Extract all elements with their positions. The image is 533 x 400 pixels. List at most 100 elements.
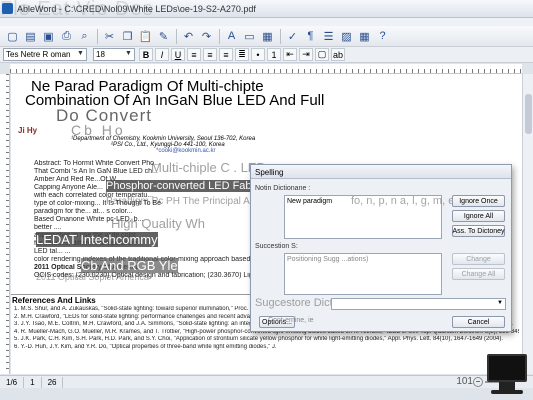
- reference-item: 6. Y.-D. Huh, J.Y. Kim, and Y.R. Do, "Op…: [14, 343, 277, 350]
- toolbar-separator: [280, 28, 281, 44]
- outdent-button[interactable]: ⇤: [283, 48, 297, 61]
- italic-button[interactable]: I: [155, 48, 169, 61]
- dialog-ghost-text: fo, n, p, n a, l, g, m, e: [351, 195, 455, 207]
- print-preview-button[interactable]: ⌕: [76, 28, 93, 45]
- horizontal-ruler[interactable]: [10, 64, 522, 74]
- align-left-button[interactable]: ≡: [187, 48, 201, 61]
- bullet-list-button[interactable]: •: [251, 48, 265, 61]
- dictionary-select[interactable]: ▼: [331, 298, 506, 310]
- status-line: 26: [42, 376, 64, 388]
- help-icon: ?: [379, 30, 386, 42]
- ignore-once-button[interactable]: Ignore Once: [452, 195, 505, 207]
- zoom-level: 101: [456, 376, 473, 387]
- zoom-out-button[interactable]: −: [473, 377, 483, 387]
- misspelled-text: New paradigm: [287, 198, 333, 205]
- spellcheck-button[interactable]: ✓: [284, 28, 301, 45]
- font-size: 18: [96, 50, 105, 59]
- indent-icon: ⇥: [302, 49, 310, 59]
- format-painter-icon: ✎: [158, 30, 169, 43]
- ignore-all-button[interactable]: Ignore All: [452, 210, 505, 222]
- print-button[interactable]: ⎙: [58, 28, 75, 45]
- border-button[interactable]: ▢: [315, 48, 329, 61]
- open-button[interactable]: ▤: [22, 28, 39, 45]
- font-size-combo[interactable]: 18 ▼: [93, 48, 135, 61]
- change-button[interactable]: Change: [452, 253, 505, 265]
- scrollbar-thumb[interactable]: [525, 94, 532, 134]
- bottom-strip: [0, 388, 533, 400]
- suggestions-list[interactable]: Positioning Sugg ...ations): [284, 253, 442, 295]
- spelling-dialog: Spelling Notin Dictionane : New paradigm…: [250, 164, 512, 332]
- window-title: AbleWord - C:\CRED\Nol09\White LEDs\oe-1…: [17, 4, 256, 14]
- document-icon: ▭: [244, 30, 255, 43]
- suggestion-item: Positioning Sugg ...ations): [287, 256, 369, 263]
- monitor-screen: [487, 354, 527, 382]
- doc-email: *cooki@kookmin.ac.kr: [156, 148, 216, 154]
- main-toolbar: ▢ ▤ ▣ ⎙ ⌕ ✂ ❐ 📋 ✎ ↶ ↷ A ▭ ▦ ✓ ¶ ☰ ▨ ▦?: [0, 26, 533, 47]
- status-bar: 1/6 1 26 101 −: [0, 375, 533, 388]
- vertical-scrollbar[interactable]: [522, 74, 533, 374]
- monitor-base: [491, 390, 523, 394]
- status-section: 1: [24, 376, 42, 388]
- cut-button[interactable]: ✂: [101, 28, 118, 45]
- toolbar-separator: [176, 28, 177, 44]
- overlay-text-highlighted: Cb And RGB Yle: [81, 258, 178, 273]
- spellcheck-icon: ✓: [287, 30, 298, 43]
- overlay-text: High Quality Wh: [111, 216, 205, 231]
- bullets-button[interactable]: ☰: [320, 28, 337, 45]
- align-right-button[interactable]: ≡: [219, 48, 233, 61]
- align-center-icon: ≡: [207, 49, 213, 60]
- redo-icon: ↷: [201, 30, 212, 43]
- undo-icon: ↶: [183, 30, 194, 43]
- new-button[interactable]: ▢: [4, 28, 21, 45]
- bullets-icon: ☰: [323, 30, 334, 43]
- cancel-button[interactable]: Cancel: [452, 316, 505, 328]
- paragraph-mark-button[interactable]: ¶: [302, 28, 319, 45]
- toolbar-separator: [219, 28, 220, 44]
- monitor-stand: [499, 382, 515, 390]
- copy-button[interactable]: ❐: [119, 28, 136, 45]
- grid-button[interactable]: ▦: [356, 28, 373, 45]
- overlay-text: 2011 Optical Sopiet America: [36, 272, 149, 282]
- overlay-text-highlighted: LEDAT Intechcommy: [36, 232, 158, 247]
- font-color-button[interactable]: A: [223, 28, 240, 45]
- app-icon: [2, 3, 13, 14]
- paste-icon: 📋: [138, 30, 153, 43]
- justify-icon: ≣: [238, 49, 246, 59]
- print-icon: ⎙: [62, 29, 71, 42]
- abstract-line: paradigm for the... at... s color...: [34, 208, 133, 215]
- paste-button[interactable]: 📋: [137, 28, 154, 45]
- font-combo[interactable]: Tes Netre R oman ▼: [3, 48, 87, 61]
- chevron-down-icon: ▼: [77, 50, 84, 57]
- save-icon: ▣: [43, 30, 54, 43]
- reference-item: 5. J.K. Park, C.H. Kim, S.H. Park, H.D. …: [14, 336, 504, 342]
- align-center-button[interactable]: ≡: [203, 48, 217, 61]
- undo-button[interactable]: ↶: [180, 28, 197, 45]
- cut-icon: ✂: [104, 30, 115, 43]
- border-icon: ▢: [317, 49, 327, 59]
- vertical-ruler[interactable]: [0, 74, 10, 374]
- doc-author: Ji Hy: [18, 126, 38, 135]
- help-button[interactable]: ?: [374, 28, 391, 45]
- ruler-ticks: [6, 74, 9, 374]
- image-button[interactable]: ▨: [338, 28, 355, 45]
- menu-bar: [0, 18, 533, 26]
- change-all-button[interactable]: Change All: [452, 268, 505, 280]
- add-to-dictionary-button[interactable]: Ass. To Dictoney: [452, 225, 505, 237]
- justify-button[interactable]: ≣: [235, 48, 249, 61]
- bold-button[interactable]: B: [139, 48, 153, 61]
- highlight-button[interactable]: ab: [331, 48, 345, 61]
- chevron-down-icon: ▼: [125, 50, 132, 57]
- monitor-icon: [485, 352, 529, 396]
- save-button[interactable]: ▣: [40, 28, 57, 45]
- indent-button[interactable]: ⇥: [299, 48, 313, 61]
- numbered-list-button[interactable]: 1: [267, 48, 281, 61]
- font-color-icon: A: [227, 30, 236, 42]
- table-icon: ▦: [262, 30, 273, 43]
- table-button[interactable]: ▦: [259, 28, 276, 45]
- format-painter-button[interactable]: ✎: [155, 28, 172, 45]
- new-icon: ▢: [7, 30, 18, 43]
- redo-button[interactable]: ↷: [198, 28, 215, 45]
- document-button[interactable]: ▭: [241, 28, 258, 45]
- align-right-icon: ≡: [223, 49, 229, 60]
- underline-button[interactable]: U: [171, 48, 185, 61]
